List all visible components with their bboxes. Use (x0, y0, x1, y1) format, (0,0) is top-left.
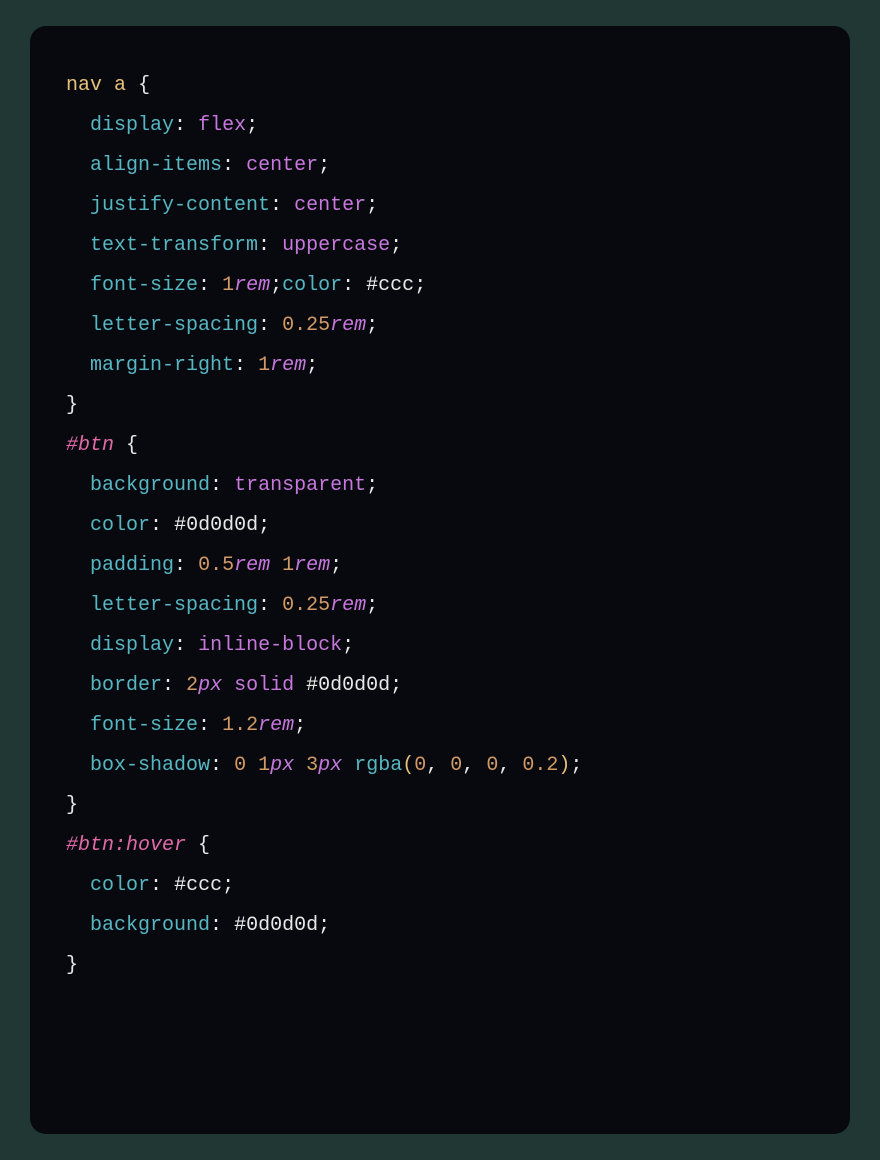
val-flex: flex (198, 114, 246, 137)
selector-btn: #btn (66, 434, 114, 457)
prop-background: background (90, 914, 210, 937)
val-transparent: transparent (234, 474, 366, 497)
val-center: center (246, 154, 318, 177)
prop-justify-content: justify-content (90, 194, 270, 217)
css-code-block: nav a { display: flex; align-items: cent… (66, 66, 814, 986)
pseudo-hover: :hover (114, 834, 186, 857)
selector-a: a (114, 74, 126, 97)
prop-color: color (90, 514, 150, 537)
space (126, 74, 138, 97)
val-solid: solid (234, 674, 294, 697)
selector-btn: #btn (66, 834, 114, 857)
brace-close: } (66, 794, 78, 817)
brace-close: } (66, 954, 78, 977)
val-center: center (294, 194, 366, 217)
val-0d0d0d: #0d0d0d (174, 514, 258, 537)
prop-display: display (90, 114, 174, 137)
val-uppercase: uppercase (282, 234, 390, 257)
prop-letter-spacing: letter-spacing (90, 314, 258, 337)
prop-display: display (90, 634, 174, 657)
fn-rgba: rgba (354, 754, 402, 777)
selector-nav: nav (66, 74, 102, 97)
brace-open: { (198, 834, 210, 857)
prop-letter-spacing: letter-spacing (90, 594, 258, 617)
prop-border: border (90, 674, 162, 697)
prop-align-items: align-items (90, 154, 222, 177)
prop-color: color (90, 874, 150, 897)
val-inline-block: inline-block (198, 634, 342, 657)
prop-margin-right: margin-right (90, 354, 234, 377)
prop-box-shadow: box-shadow (90, 754, 210, 777)
prop-font-size: font-size (90, 714, 198, 737)
prop-background: background (90, 474, 210, 497)
code-panel: nav a { display: flex; align-items: cent… (30, 26, 850, 1134)
prop-padding: padding (90, 554, 174, 577)
prop-font-size: font-size (90, 274, 198, 297)
prop-color: color (282, 274, 342, 297)
brace-open: { (138, 74, 150, 97)
brace-close: } (66, 394, 78, 417)
space (102, 74, 114, 97)
val-ccc: #ccc (366, 274, 414, 297)
brace-open: { (126, 434, 138, 457)
prop-text-transform: text-transform (90, 234, 258, 257)
